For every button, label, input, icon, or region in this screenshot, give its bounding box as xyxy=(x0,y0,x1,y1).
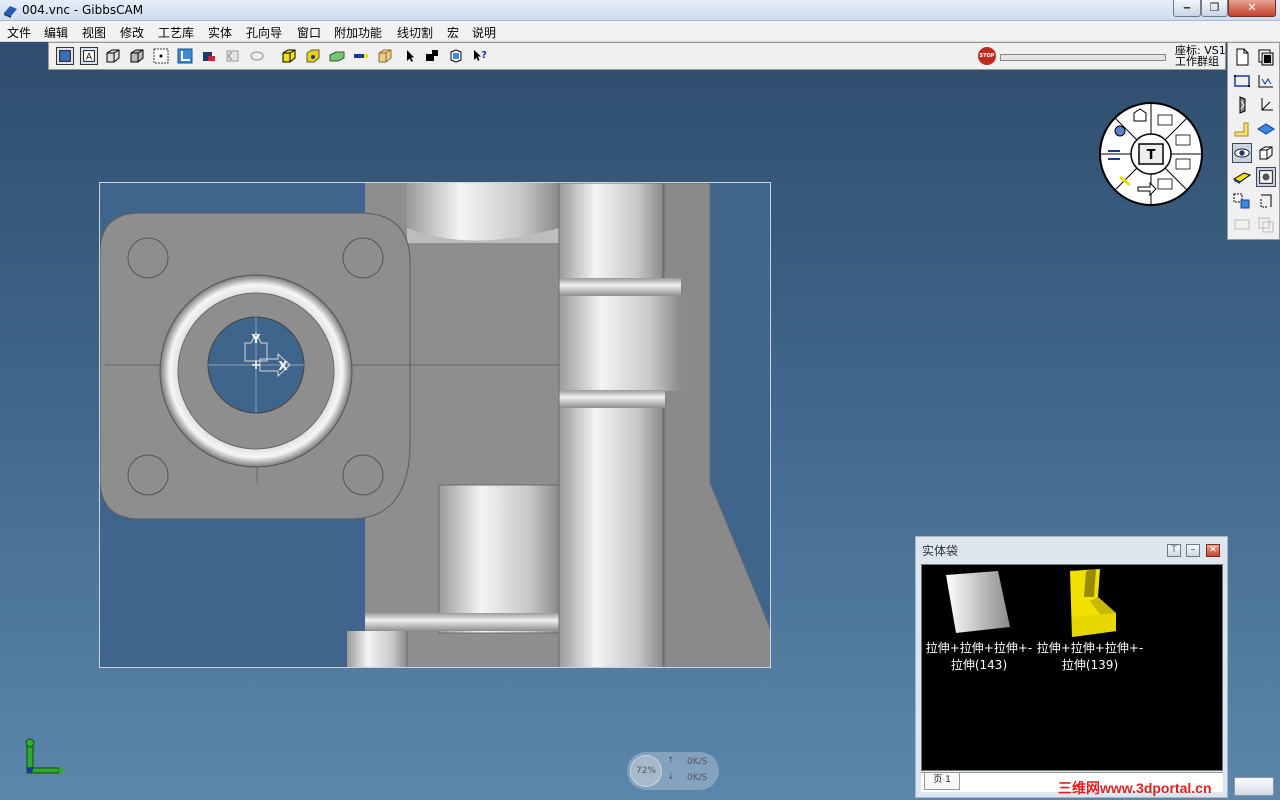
chain-icon[interactable] xyxy=(248,47,266,65)
cad-viewport[interactable]: Y X xyxy=(99,182,771,668)
solid-item-2-line1: 拉伸+拉伸+拉伸+- xyxy=(1036,641,1144,655)
menu-solids[interactable]: 实体 xyxy=(208,24,232,41)
box-view-icon[interactable] xyxy=(1256,143,1276,163)
menu-wire-edm[interactable]: 线切割 xyxy=(397,24,433,41)
stop-icon[interactable]: STOP xyxy=(978,47,996,65)
solid-bag-title: 实体袋 xyxy=(922,544,959,558)
menu-macro[interactable]: 宏 xyxy=(447,24,459,41)
select-solid-icon[interactable] xyxy=(423,47,441,65)
upload-arrow-icon: ↑ xyxy=(667,756,675,766)
part-drawing: Y X xyxy=(100,183,770,667)
help-pointer-icon[interactable]: ? xyxy=(471,47,489,65)
right-tool-palette xyxy=(1227,42,1280,240)
copy-pages-icon[interactable] xyxy=(1256,47,1276,67)
main-toolbar: A ? STOP 座标: VS1 工作群组 xyxy=(48,42,1226,70)
solid-thumbnail-1[interactable] xyxy=(942,567,1014,637)
watermark: 三维网www.3dportal.cn xyxy=(1058,780,1212,796)
select-face-icon[interactable] xyxy=(447,47,465,65)
close-button[interactable]: ✕ xyxy=(1228,0,1276,17)
new-document-icon[interactable] xyxy=(1232,47,1252,67)
coordinate-triad-icon xyxy=(25,738,65,775)
download-speed: 0K/S xyxy=(687,773,708,783)
solid-bag-list: 拉伸+拉伸+拉伸+- 拉伸(143) 拉伸+拉伸+拉伸+- 拉伸(139) xyxy=(921,564,1223,771)
progress-bar xyxy=(1000,54,1166,61)
maximize-button[interactable]: ❐ xyxy=(1201,0,1228,17)
stock-box-icon[interactable] xyxy=(376,47,394,65)
yellow-solid-icon[interactable] xyxy=(304,47,322,65)
menu-view[interactable]: 视图 xyxy=(82,24,106,41)
menu-hole-wizard[interactable]: 孔向导 xyxy=(246,24,282,41)
axis-x-label: X xyxy=(278,359,288,373)
panel-minimize-button[interactable]: – xyxy=(1186,544,1200,557)
menu-window[interactable]: 窗口 xyxy=(297,24,321,41)
solid-thumbnail-2[interactable] xyxy=(1056,567,1136,639)
curve-points-icon[interactable] xyxy=(1256,71,1276,91)
menu-edit[interactable]: 编辑 xyxy=(44,24,68,41)
bracket-icon[interactable] xyxy=(1256,191,1276,211)
shape-outline-icon[interactable] xyxy=(224,47,242,65)
coordinate-system-label[interactable]: 座标: VS1 工作群组 xyxy=(1175,45,1226,67)
gibbscam-app-icon xyxy=(4,6,17,18)
pin-button[interactable]: ⊤ xyxy=(1167,544,1181,557)
plane-icon[interactable] xyxy=(176,47,194,65)
solid-item-1-line2: 拉伸(143) xyxy=(950,658,1008,672)
solid-item-2[interactable]: 拉伸+拉伸+拉伸+- 拉伸(139) xyxy=(1030,640,1150,674)
menu-help[interactable]: 说明 xyxy=(472,24,496,41)
network-speed-widget: 72% ↑ 0K/S ↓ 0K/S xyxy=(627,752,719,790)
yellow-stock-icon[interactable] xyxy=(1232,119,1252,139)
menu-modify[interactable]: 修改 xyxy=(120,24,144,41)
svg-text:?: ? xyxy=(481,50,487,61)
view-frame-icon[interactable] xyxy=(56,47,74,65)
view-orientation-dial[interactable]: T xyxy=(1098,101,1204,207)
text-a-icon[interactable]: A xyxy=(80,47,98,65)
restore-panel-button[interactable] xyxy=(1234,777,1274,796)
axes-icon[interactable] xyxy=(1256,95,1276,115)
window-title: 004.vnc - GibbsCAM xyxy=(22,3,144,17)
download-arrow-icon: ↓ xyxy=(667,772,675,782)
solid-bag-panel: 实体袋 ⊤ – ✕ 拉伸+拉伸+拉伸+- 拉伸(143) 拉伸+拉伸+拉伸+- … xyxy=(915,536,1228,798)
cube-shaded-icon[interactable] xyxy=(128,47,146,65)
title-bar: 004.vnc - GibbsCAM ‒ ❐ ✕ xyxy=(0,0,1280,21)
blue-bar-icon[interactable] xyxy=(352,47,370,65)
render-icon[interactable] xyxy=(1256,167,1276,187)
panel-close-button[interactable]: ✕ xyxy=(1206,544,1220,557)
transform-icon[interactable] xyxy=(1232,191,1252,211)
cube-wire-icon[interactable] xyxy=(104,47,122,65)
grid-points-icon[interactable] xyxy=(152,47,170,65)
profile-cut-icon[interactable] xyxy=(200,47,218,65)
green-prism-icon[interactable] xyxy=(328,47,346,65)
disabled-stack-icon xyxy=(1258,217,1274,233)
disabled-op-icon xyxy=(1234,219,1250,230)
yellow-box-icon[interactable] xyxy=(280,47,298,65)
upload-speed: 0K/S xyxy=(687,757,708,767)
cutter-icon[interactable] xyxy=(1232,167,1252,187)
blue-plane-icon[interactable] xyxy=(1256,119,1276,139)
eye-view-icon[interactable] xyxy=(1232,143,1252,163)
pointer-icon[interactable] xyxy=(401,47,419,65)
page-tab-1[interactable]: 页 1 xyxy=(924,773,960,790)
menu-plugins[interactable]: 附加功能 xyxy=(334,24,382,41)
menu-process-library[interactable]: 工艺库 xyxy=(158,24,194,41)
solid-item-1-line1: 拉伸+拉伸+拉伸+- xyxy=(925,641,1033,655)
network-percent: 72% xyxy=(630,755,662,787)
toolpath-icon[interactable] xyxy=(1232,95,1252,115)
svg-text:A: A xyxy=(86,53,92,63)
minimize-button[interactable]: ‒ xyxy=(1173,0,1201,17)
workgroup-text: 工作群组 xyxy=(1175,55,1219,68)
rectangle-geometry-icon[interactable] xyxy=(1232,71,1252,91)
axis-y-label: Y xyxy=(251,332,261,346)
solid-item-2-line2: 拉伸(139) xyxy=(1061,658,1119,672)
solid-item-1[interactable]: 拉伸+拉伸+拉伸+- 拉伸(143) xyxy=(919,640,1039,674)
dial-center-label: T xyxy=(1147,148,1156,163)
menu-bar: 文件 编辑 视图 修改 工艺库 实体 孔向导 窗口 附加功能 线切割 宏 说明 xyxy=(0,21,1280,42)
menu-file[interactable]: 文件 xyxy=(7,24,31,41)
